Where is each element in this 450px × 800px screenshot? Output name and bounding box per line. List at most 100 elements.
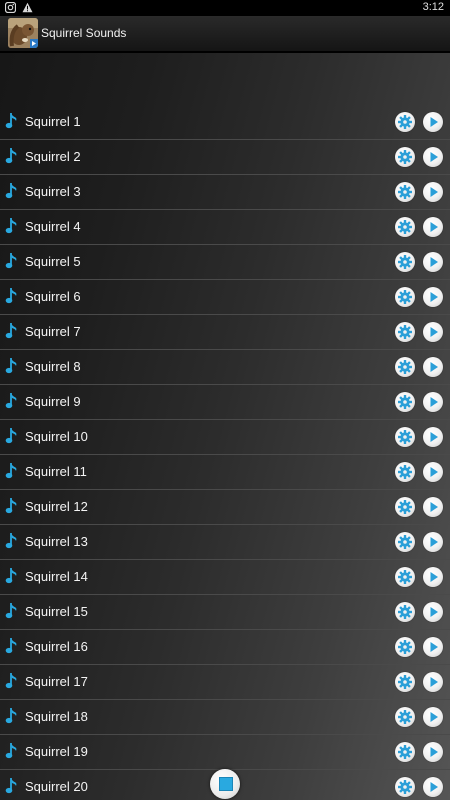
settings-button[interactable] [395, 287, 415, 307]
music-note-icon [5, 252, 19, 270]
list-item[interactable]: Squirrel 13 [0, 525, 450, 560]
play-button[interactable] [423, 497, 443, 517]
list-item-label: Squirrel 10 [25, 429, 88, 444]
settings-button[interactable] [395, 392, 415, 412]
list-item-label: Squirrel 5 [25, 254, 81, 269]
music-note-icon [5, 427, 19, 445]
play-button[interactable] [423, 707, 443, 727]
music-note-icon [5, 322, 19, 340]
list-item-label: Squirrel 1 [25, 114, 81, 129]
list-item-label: Squirrel 12 [25, 499, 88, 514]
play-button[interactable] [423, 287, 443, 307]
list-item[interactable]: Squirrel 1 [0, 105, 450, 140]
list-item-label: Squirrel 7 [25, 324, 81, 339]
play-button[interactable] [423, 742, 443, 762]
stop-button[interactable] [210, 769, 240, 799]
list-item-label: Squirrel 11 [25, 464, 87, 479]
list-item[interactable]: Squirrel 9 [0, 385, 450, 420]
play-button[interactable] [423, 532, 443, 552]
list-item[interactable]: Squirrel 12 [0, 490, 450, 525]
list-item[interactable]: Squirrel 18 [0, 700, 450, 735]
settings-button[interactable] [395, 147, 415, 167]
list-item[interactable]: Squirrel 14 [0, 560, 450, 595]
music-note-icon [5, 217, 19, 235]
list-item-label: Squirrel 16 [25, 639, 88, 654]
list-item-label: Squirrel 2 [25, 149, 81, 164]
list-item[interactable]: Squirrel 10 [0, 420, 450, 455]
play-button[interactable] [423, 147, 443, 167]
squirrel-app-icon[interactable] [8, 18, 38, 48]
status-time: 3:12 [422, 1, 444, 13]
list-item[interactable]: Squirrel 11 [0, 455, 450, 490]
settings-button[interactable] [395, 462, 415, 482]
screen: 3:12 Squirrel Sounds Squirrel 1 Squirrel … [0, 0, 450, 800]
list-item[interactable]: Squirrel 17 [0, 665, 450, 700]
music-note-icon [5, 567, 19, 585]
play-button[interactable] [423, 427, 443, 447]
music-note-icon [5, 462, 19, 480]
settings-button[interactable] [395, 777, 415, 797]
list-item[interactable]: Squirrel 15 [0, 595, 450, 630]
music-note-icon [5, 672, 19, 690]
music-note-icon [5, 532, 19, 550]
play-button[interactable] [423, 777, 443, 797]
list-item[interactable]: Squirrel 8 [0, 350, 450, 385]
camera-icon [5, 2, 16, 13]
play-button[interactable] [423, 392, 443, 412]
music-note-icon [5, 707, 19, 725]
list-item-label: Squirrel 20 [25, 779, 88, 794]
settings-button[interactable] [395, 742, 415, 762]
list-item[interactable]: Squirrel 3 [0, 175, 450, 210]
settings-button[interactable] [395, 252, 415, 272]
music-note-icon [5, 742, 19, 760]
list-item-label: Squirrel 4 [25, 219, 81, 234]
music-note-icon [5, 637, 19, 655]
list-item[interactable]: Squirrel 6 [0, 280, 450, 315]
list-item-label: Squirrel 3 [25, 184, 81, 199]
settings-button[interactable] [395, 427, 415, 447]
list-item-label: Squirrel 6 [25, 289, 81, 304]
play-button[interactable] [423, 637, 443, 657]
music-note-icon [5, 777, 19, 795]
play-button[interactable] [423, 112, 443, 132]
settings-button[interactable] [395, 322, 415, 342]
settings-button[interactable] [395, 217, 415, 237]
list-item[interactable]: Squirrel 16 [0, 630, 450, 665]
settings-button[interactable] [395, 602, 415, 622]
play-button[interactable] [423, 462, 443, 482]
warning-icon [22, 2, 33, 13]
play-button[interactable] [423, 357, 443, 377]
list-item[interactable]: Squirrel 19 [0, 735, 450, 770]
list-item-label: Squirrel 19 [25, 744, 88, 759]
list-item[interactable]: Squirrel 2 [0, 140, 450, 175]
list-item[interactable]: Squirrel 7 [0, 315, 450, 350]
settings-button[interactable] [395, 672, 415, 692]
settings-button[interactable] [395, 182, 415, 202]
music-note-icon [5, 357, 19, 375]
settings-button[interactable] [395, 357, 415, 377]
settings-button[interactable] [395, 567, 415, 587]
play-button[interactable] [423, 252, 443, 272]
settings-button[interactable] [395, 112, 415, 132]
play-button[interactable] [423, 567, 443, 587]
list-item[interactable]: Squirrel 5 [0, 245, 450, 280]
play-button[interactable] [423, 672, 443, 692]
play-button[interactable] [423, 217, 443, 237]
play-button[interactable] [423, 322, 443, 342]
notification-icons [5, 2, 33, 13]
settings-button[interactable] [395, 707, 415, 727]
music-note-icon [5, 112, 19, 130]
play-button[interactable] [423, 602, 443, 622]
status-bar: 3:12 [0, 0, 450, 16]
music-note-icon [5, 287, 19, 305]
play-button[interactable] [423, 182, 443, 202]
list-item[interactable]: Squirrel 4 [0, 210, 450, 245]
settings-button[interactable] [395, 532, 415, 552]
list-item-label: Squirrel 14 [25, 569, 88, 584]
stop-icon [219, 777, 233, 791]
settings-button[interactable] [395, 637, 415, 657]
music-note-icon [5, 497, 19, 515]
settings-button[interactable] [395, 497, 415, 517]
music-note-icon [5, 182, 19, 200]
music-note-icon [5, 147, 19, 165]
